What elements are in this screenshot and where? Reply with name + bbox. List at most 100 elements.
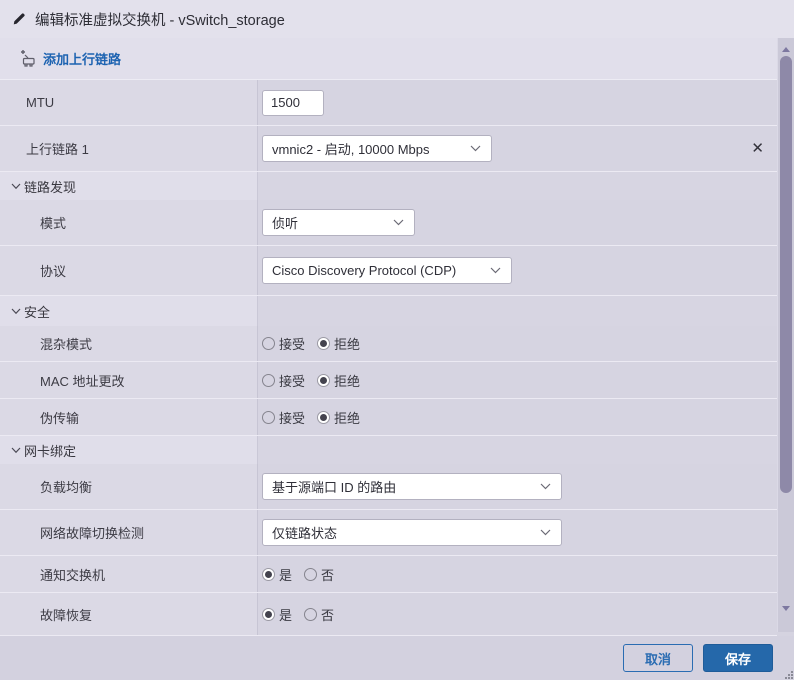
- failover-detection-select[interactable]: 仅链路状态: [262, 519, 562, 546]
- promiscuous-accept-radio[interactable]: 接受: [262, 334, 305, 353]
- forged-transmits-value-cell: 接受 拒绝: [258, 399, 777, 435]
- uplink1-selected-option: vmnic2 - 启动, 10000 Mbps: [272, 142, 430, 157]
- radio-selected-icon: [262, 567, 275, 581]
- notify-switches-label: 通知交换机: [0, 556, 258, 592]
- failback-no-radio[interactable]: 否: [304, 605, 334, 624]
- mac-changes-label: MAC 地址更改: [0, 362, 258, 398]
- triangle-up-icon: [782, 46, 790, 52]
- dialog-title: 编辑标准虚拟交换机 - vSwitch_storage: [35, 12, 285, 29]
- dialog-footer: 取消 保存: [0, 636, 794, 680]
- section-link-discovery: 链路发现: [0, 172, 777, 200]
- forged-transmits-row: 伪传输 接受 拒绝: [0, 399, 777, 436]
- uplink1-row: 上行链路 1 vmnic2 - 启动, 10000 Mbps ✕: [0, 126, 777, 172]
- cancel-button[interactable]: 取消: [623, 644, 693, 672]
- radio-icon: [262, 337, 275, 350]
- load-balancing-value-cell: 基于源端口 ID 的路由: [258, 464, 777, 509]
- mac-changes-reject-radio[interactable]: 拒绝: [317, 371, 360, 390]
- section-nic-teaming-title: 网卡绑定: [24, 443, 77, 459]
- radio-selected-icon: [317, 373, 331, 387]
- chevron-down-icon: [490, 267, 501, 274]
- forged-transmits-accept-radio[interactable]: 接受: [262, 408, 305, 427]
- chevron-down-icon: [11, 308, 21, 314]
- mtu-input[interactable]: [262, 89, 324, 116]
- add-uplink-label: 添加上行链路: [43, 52, 122, 67]
- notify-switches-no-radio[interactable]: 否: [304, 565, 334, 584]
- section-filler: [258, 436, 777, 464]
- mode-label: 模式: [0, 200, 258, 245]
- chevron-down-icon: [540, 529, 551, 536]
- remove-uplink-button[interactable]: ✕: [751, 141, 764, 156]
- scrollbar-thumb[interactable]: [780, 56, 792, 493]
- section-link-discovery-toggle[interactable]: 链路发现: [0, 172, 258, 200]
- section-filler: [258, 296, 777, 326]
- section-security: 安全: [0, 296, 777, 326]
- radio-icon: [304, 607, 318, 621]
- uplink1-select[interactable]: vmnic2 - 启动, 10000 Mbps: [262, 135, 492, 162]
- load-balancing-label: 负载均衡: [0, 464, 258, 509]
- add-uplink-link[interactable]: 添加上行链路: [0, 38, 777, 80]
- scrollbar-down-button[interactable]: [778, 601, 794, 615]
- uplink1-label: 上行链路 1: [0, 126, 258, 171]
- load-balancing-select[interactable]: 基于源端口 ID 的路由: [262, 473, 562, 500]
- dialog-titlebar: 编辑标准虚拟交换机 - vSwitch_storage: [0, 0, 794, 38]
- mtu-row: MTU: [0, 80, 777, 126]
- chevron-down-icon: [540, 483, 551, 490]
- promiscuous-label: 混杂模式: [0, 326, 258, 361]
- load-balancing-selected-option: 基于源端口 ID 的路由: [272, 480, 397, 495]
- radio-icon: [262, 410, 275, 424]
- promiscuous-reject-radio[interactable]: 拒绝: [317, 334, 360, 353]
- chevron-down-icon: [470, 145, 481, 152]
- scrollbar-up-button[interactable]: [778, 42, 794, 56]
- mode-row: 模式 侦听: [0, 200, 777, 246]
- failback-label: 故障恢复: [0, 593, 258, 635]
- mac-changes-accept-radio[interactable]: 接受: [262, 371, 305, 390]
- protocol-selected-option: Cisco Discovery Protocol (CDP): [272, 263, 457, 278]
- protocol-select[interactable]: Cisco Discovery Protocol (CDP): [262, 257, 512, 284]
- nic-add-icon: [21, 50, 35, 67]
- forged-transmits-reject-radio[interactable]: 拒绝: [317, 408, 360, 427]
- protocol-row: 协议 Cisco Discovery Protocol (CDP): [0, 246, 777, 296]
- chevron-down-icon: [11, 447, 21, 453]
- edit-vswitch-dialog: 编辑标准虚拟交换机 - vSwitch_storage 添加上行链路 MTU 上…: [0, 0, 794, 680]
- save-button[interactable]: 保存: [703, 644, 773, 672]
- section-link-discovery-title: 链路发现: [24, 179, 77, 195]
- close-icon: ✕: [751, 140, 764, 157]
- mtu-value-cell: [258, 80, 777, 125]
- promiscuous-row: 混杂模式 接受 拒绝: [0, 326, 777, 362]
- radio-icon: [304, 567, 318, 581]
- section-security-toggle[interactable]: 安全: [0, 296, 258, 326]
- failover-detection-label: 网络故障切换检测: [0, 510, 258, 555]
- failover-detection-selected-option: 仅链路状态: [272, 526, 338, 541]
- chevron-down-icon: [393, 219, 404, 226]
- chevron-down-icon: [11, 183, 21, 189]
- mode-select[interactable]: 侦听: [262, 209, 415, 236]
- pencil-icon: [13, 13, 25, 25]
- failback-row: 故障恢复 是 否: [0, 593, 777, 636]
- failover-detection-value-cell: 仅链路状态: [258, 510, 777, 555]
- notify-switches-row: 通知交换机 是 否: [0, 556, 777, 593]
- protocol-label: 协议: [0, 246, 258, 295]
- mac-changes-row: MAC 地址更改 接受 拒绝: [0, 362, 777, 399]
- section-nic-teaming: 网卡绑定: [0, 436, 777, 464]
- vertical-scrollbar[interactable]: [777, 38, 794, 632]
- radio-icon: [262, 373, 275, 387]
- forged-transmits-label: 伪传输: [0, 399, 258, 435]
- section-security-title: 安全: [24, 304, 51, 320]
- mac-changes-value-cell: 接受 拒绝: [258, 362, 777, 398]
- mode-selected-option: 侦听: [272, 216, 299, 231]
- failback-yes-radio[interactable]: 是: [262, 605, 292, 624]
- notify-switches-value-cell: 是 否: [258, 556, 777, 592]
- dialog-form: 添加上行链路 MTU 上行链路 1 vmnic2 - 启动, 10000 Mbp…: [0, 38, 777, 636]
- failover-detection-row: 网络故障切换检测 仅链路状态: [0, 510, 777, 556]
- mode-value-cell: 侦听: [258, 200, 777, 245]
- notify-switches-yes-radio[interactable]: 是: [262, 565, 292, 584]
- promiscuous-value-cell: 接受 拒绝: [258, 326, 777, 361]
- radio-selected-icon: [317, 410, 331, 424]
- load-balancing-row: 负载均衡 基于源端口 ID 的路由: [0, 464, 777, 510]
- section-filler: [258, 172, 777, 200]
- radio-selected-icon: [262, 607, 275, 621]
- protocol-value-cell: Cisco Discovery Protocol (CDP): [258, 246, 777, 295]
- failback-value-cell: 是 否: [258, 593, 777, 635]
- section-nic-teaming-toggle[interactable]: 网卡绑定: [0, 436, 258, 464]
- resize-grip[interactable]: [783, 669, 793, 679]
